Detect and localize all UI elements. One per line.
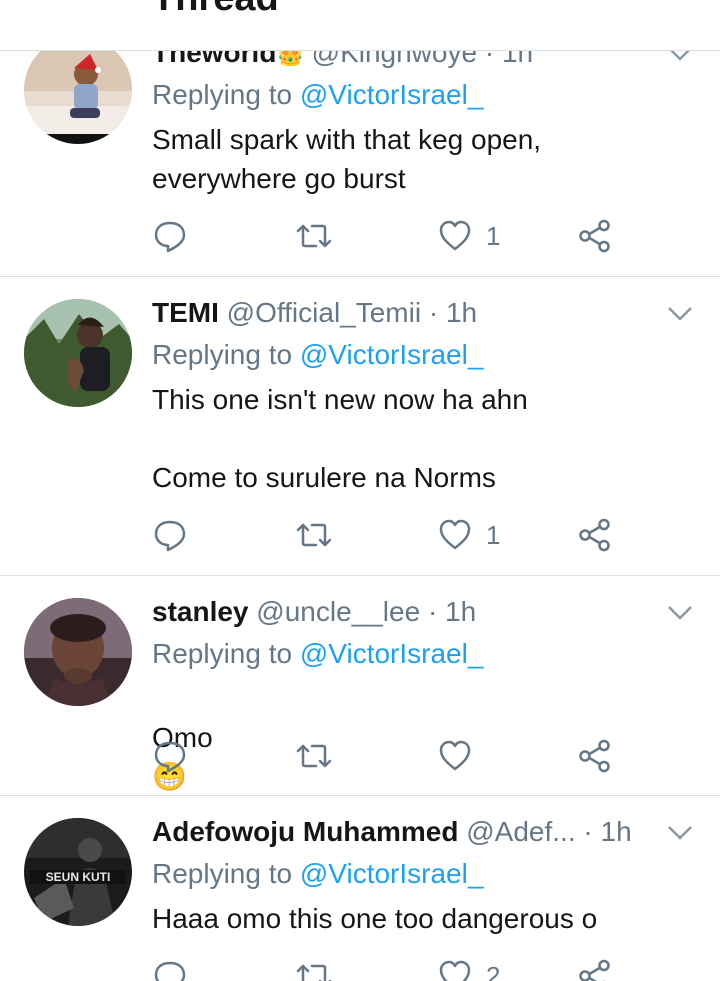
display-name[interactable]: TEMI	[152, 297, 219, 328]
replying-to: Replying to @VictorIsrael_	[152, 338, 483, 372]
retweet-button[interactable]	[294, 736, 348, 776]
tweet-text: Haaa omo this one too dangerous o	[152, 903, 598, 934]
share-button[interactable]	[578, 515, 612, 555]
heart-icon	[439, 740, 471, 771]
retweet-icon	[296, 964, 332, 981]
like-count: 1	[486, 519, 501, 550]
retweet-icon	[296, 224, 332, 248]
share-button[interactable]	[578, 736, 612, 776]
avatar[interactable]	[24, 36, 132, 144]
avatar[interactable]	[24, 299, 132, 407]
reply-button[interactable]	[152, 515, 202, 555]
top-bar: Thread	[0, 0, 720, 51]
replying-label: Replying to	[152, 339, 293, 370]
chevron-down-icon[interactable]	[666, 823, 694, 843]
like-count: 2	[486, 960, 501, 981]
share-icon	[579, 959, 610, 981]
replying-to: Replying to @VictorIsrael_	[152, 637, 483, 671]
share-button[interactable]	[578, 956, 612, 981]
retweet-button[interactable]	[294, 956, 348, 981]
comment-icon	[154, 961, 186, 981]
tweet-item[interactable]: TEMI @Official_Temii · 1h Replying to @V…	[0, 277, 720, 576]
tweet-header: stanley @uncle__lee · 1h	[152, 595, 476, 629]
heart-icon	[439, 519, 471, 550]
reply-button[interactable]	[152, 216, 202, 256]
like-button[interactable]	[438, 736, 486, 776]
page-title: Thread	[152, 0, 279, 18]
timestamp[interactable]: 1h	[445, 596, 476, 627]
like-count: 1	[486, 220, 501, 251]
like-button[interactable]: 1	[438, 515, 500, 555]
replying-handle-link[interactable]: @VictorIsrael_	[300, 858, 484, 889]
tweet-text: Small spark with that keg open, everywhe…	[152, 124, 542, 194]
separator-dot: ·	[428, 297, 439, 328]
tweet-actions: 1	[152, 515, 632, 555]
replying-label: Replying to	[152, 79, 293, 110]
replying-handle-link[interactable]: @VictorIsrael_	[300, 79, 484, 110]
user-handle[interactable]: @uncle__lee	[256, 596, 420, 627]
retweet-button[interactable]	[294, 216, 348, 256]
avatar[interactable]: SEUN KUTI	[24, 818, 132, 926]
replying-handle-link[interactable]: @VictorIsrael_	[300, 638, 484, 669]
retweet-icon	[296, 744, 332, 768]
separator-dot: ·	[583, 816, 593, 847]
avatar-caption: SEUN KUTI	[46, 870, 111, 884]
replying-to: Replying to @VictorIsrael_	[152, 78, 483, 112]
tweet-header: Adefowoju Muhammed @Adef... · 1h	[152, 815, 632, 849]
retweet-button[interactable]	[294, 515, 348, 555]
tweet-actions	[152, 736, 632, 776]
chevron-down-icon[interactable]	[666, 304, 694, 324]
display-name[interactable]: Adefowoju Muhammed	[152, 816, 458, 847]
share-icon	[579, 219, 610, 253]
reply-button[interactable]	[152, 736, 202, 776]
user-handle[interactable]: @Official_Temii	[227, 297, 421, 328]
share-icon	[579, 518, 610, 552]
heart-icon	[439, 220, 471, 251]
tweet-text: This one isn't new now ha ahn Come to su…	[152, 384, 528, 493]
tweet-header: TEMI @Official_Temii · 1h	[152, 296, 477, 330]
comment-icon	[154, 221, 186, 253]
replying-handle-link[interactable]: @VictorIsrael_	[300, 339, 484, 370]
comment-icon	[154, 741, 186, 773]
share-button[interactable]	[578, 216, 612, 256]
replying-to: Replying to @VictorIsrael_	[152, 857, 483, 891]
user-handle[interactable]: @Adef...	[466, 816, 575, 847]
replying-label: Replying to	[152, 638, 293, 669]
tweet-actions: 1	[152, 216, 632, 256]
timestamp[interactable]: 1h	[601, 816, 632, 847]
heart-icon	[439, 960, 471, 981]
tweet-item[interactable]: SEUN KUTI Adefowoju Muhammed @Adef... · …	[0, 796, 720, 981]
back-arrow-icon[interactable]	[30, 0, 70, 18]
timestamp[interactable]: 1h	[446, 297, 477, 328]
tweet-actions: 2	[152, 956, 632, 981]
retweet-icon	[296, 523, 332, 547]
replying-label: Replying to	[152, 858, 293, 889]
like-button[interactable]: 2	[438, 956, 500, 981]
chevron-down-icon[interactable]	[666, 603, 694, 623]
display-name[interactable]: stanley	[152, 596, 249, 627]
share-icon	[579, 739, 610, 773]
like-button[interactable]: 1	[438, 216, 500, 256]
avatar[interactable]	[24, 598, 132, 706]
reply-button[interactable]	[152, 956, 202, 981]
tweet-item[interactable]: stanley @uncle__lee · 1h Replying to @Vi…	[0, 576, 720, 796]
comment-icon	[154, 520, 186, 552]
separator-dot: ·	[427, 596, 438, 627]
